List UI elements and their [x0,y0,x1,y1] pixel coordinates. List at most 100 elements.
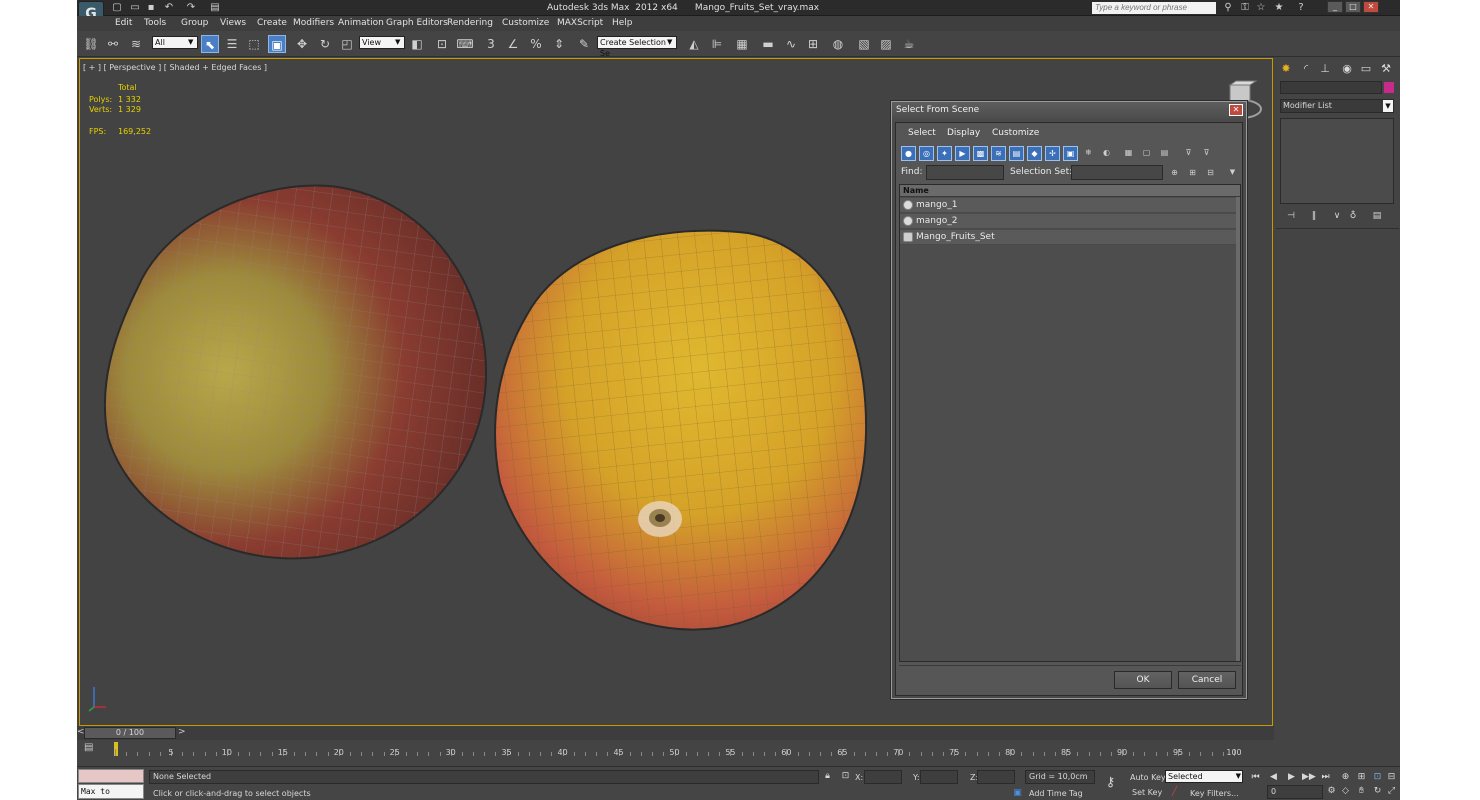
select-none-icon[interactable]: ▢ [1139,146,1154,161]
ref-coord-dropdown[interactable]: View ▼ [359,36,405,49]
menu-create[interactable]: Create [257,18,287,28]
link-icon[interactable]: ⛓ [82,35,100,53]
filter-options-icon[interactable]: ⊽ [1199,146,1214,161]
mango-1-object[interactable] [98,177,498,567]
x-coordinate-field[interactable] [864,770,902,784]
snaps-toggle-icon[interactable]: 3 [482,35,500,53]
goto-start-icon[interactable]: ⏮ [1249,771,1262,783]
mango-2-object[interactable] [488,223,873,633]
ok-button[interactable]: OK [1114,671,1172,689]
menu-customize[interactable]: Customize [502,18,549,28]
z-coordinate-field[interactable] [977,770,1015,784]
selection-set-dropdown[interactable] [1071,165,1163,180]
next-frame-icon[interactable]: ▶▶ [1302,771,1316,783]
render-teapot-icon[interactable]: ☕ [900,35,918,53]
star-icon[interactable]: ☆ [1255,2,1267,14]
orbit-icon[interactable]: ↻ [1371,785,1384,797]
display-tab-icon[interactable]: ▭ [1359,62,1373,76]
pin-stack-icon[interactable]: ⊣ [1285,210,1297,222]
lock-selection-icon[interactable]: 🔒︎ [821,770,834,782]
menu-animation[interactable]: Animation [338,18,384,28]
unlink-icon[interactable]: ⚯ [104,35,122,53]
menu-help[interactable]: Help [612,18,633,28]
geometry-filter-icon[interactable]: ● [901,146,916,161]
perspective-viewport[interactable]: [ + ] [ Perspective ] [ Shaded + Edged F… [79,58,1273,726]
list-item[interactable]: mango_1 [900,198,1240,213]
new-file-icon[interactable]: ▢ [111,2,123,14]
render-setup-icon[interactable]: ▧ [855,35,873,53]
pivot-center-icon[interactable]: ◧ [408,35,426,53]
select-object-icon[interactable]: ⬉ [201,35,219,53]
containers-filter-icon[interactable]: ▣ [1063,146,1078,161]
menu-group[interactable]: Group [181,18,208,28]
open-file-icon[interactable]: ▭ [129,2,141,14]
curve-editor-icon[interactable]: ∿ [782,35,800,53]
cancel-button[interactable]: Cancel [1178,671,1236,689]
edit-named-selection-icon[interactable]: ✎ [575,35,593,53]
window-crossing-icon[interactable]: ▣ [268,35,286,53]
lights-filter-icon[interactable]: ✦ [937,146,952,161]
undo-icon[interactable]: ↶ [163,2,175,14]
close-icon[interactable]: ✕ [1363,1,1379,13]
time-slider[interactable]: 0 / 100 [84,727,176,739]
create-selection-set-icon[interactable]: ⊕ [1167,166,1182,181]
maximize-icon[interactable]: □ [1345,1,1361,13]
helpers-filter-icon[interactable]: ▩ [973,146,988,161]
add-time-tag-label[interactable]: Add Time Tag [1029,789,1083,798]
play-icon[interactable]: ▶ [1285,771,1298,783]
binoculars-icon[interactable]: ⚲ [1222,2,1234,14]
select-by-name-icon[interactable]: ☰ [223,35,241,53]
chevron-down-icon[interactable]: ▼ [1225,166,1240,181]
absolute-mode-icon[interactable]: ⊡ [839,770,852,782]
angle-snap-icon[interactable]: ∠ [504,35,522,53]
mirror-icon[interactable]: ◭ [685,35,703,53]
frozen-filter-icon[interactable]: ❄ [1081,146,1096,161]
column-header-name[interactable]: Name [900,185,1240,197]
redo-icon[interactable]: ↷ [185,2,197,14]
search-input[interactable] [1092,2,1216,14]
menu-modifiers[interactable]: Modifiers [293,18,334,28]
auto-key-button[interactable]: Auto Key [1130,773,1166,782]
maxscript-listener[interactable] [78,769,144,783]
keyboard-shortcut-icon[interactable]: ⌨ [456,35,474,53]
make-unique-icon[interactable]: ∨ [1331,210,1343,222]
material-editor-icon[interactable]: ◍ [829,35,847,53]
chevron-right-icon[interactable]: > [178,727,186,737]
maxscript-mini-listener[interactable]: Max to Physc. [78,784,144,799]
bind-space-warp-icon[interactable]: ≋ [127,35,145,53]
key-filters-button[interactable]: Key Filters... [1190,789,1239,798]
rect-selection-icon[interactable]: ⬚ [245,35,263,53]
dialog-menu-customize[interactable]: Customize [992,128,1039,138]
show-end-result-icon[interactable]: ‖ [1308,210,1320,222]
key-icon[interactable]: ⚿ [1239,2,1251,14]
modifier-list-dropdown[interactable]: Modifier List ▼ [1280,99,1394,113]
key-filter-icon[interactable]: ╱ [1168,786,1181,798]
menu-maxscript[interactable]: MAXScript [557,18,603,28]
list-scrollbar[interactable] [1236,197,1240,661]
project-folder-icon[interactable]: ▤ [209,2,221,14]
modify-tab-icon[interactable]: ◜ [1299,62,1313,76]
space-warps-filter-icon[interactable]: ≋ [991,146,1006,161]
set-key-button[interactable]: Set Key [1132,788,1162,797]
graphite-ribbon-icon[interactable]: ▬ [759,35,777,53]
menu-rendering[interactable]: Rendering [447,18,493,28]
invert-selection-icon[interactable]: ▤ [1157,146,1172,161]
maximize-viewport-icon[interactable]: ⤢ [1385,785,1398,797]
goto-end-icon[interactable]: ⏭ [1319,771,1332,783]
layer-manager-icon[interactable]: ▦ [733,35,751,53]
pan-icon[interactable]: ✋︎ [1355,785,1368,797]
bones-filter-icon[interactable]: ✢ [1045,146,1060,161]
modifier-stack[interactable] [1280,118,1394,204]
schematic-view-icon[interactable]: ⊞ [804,35,822,53]
dialog-title[interactable]: Select From Scene [892,102,1246,119]
menu-graph-editors[interactable]: Graph Editors [386,18,448,28]
mini-curve-editor-icon[interactable]: ▤ [84,742,98,754]
selection-filter-dropdown[interactable]: All ▼ [152,36,198,49]
named-selection-dropdown[interactable]: Create Selection Se ▼ [597,36,677,58]
list-item[interactable]: mango_2 [900,214,1240,229]
motion-tab-icon[interactable]: ◉ [1340,62,1354,76]
viewport-label[interactable]: [ + ] [ Perspective ] [ Shaded + Edged F… [83,63,267,72]
zoom-extents-all-icon[interactable]: ⊟ [1385,771,1398,783]
filter-icon[interactable]: ⊽ [1181,146,1196,161]
zoom-extents-icon[interactable]: ⊡ [1371,771,1384,783]
